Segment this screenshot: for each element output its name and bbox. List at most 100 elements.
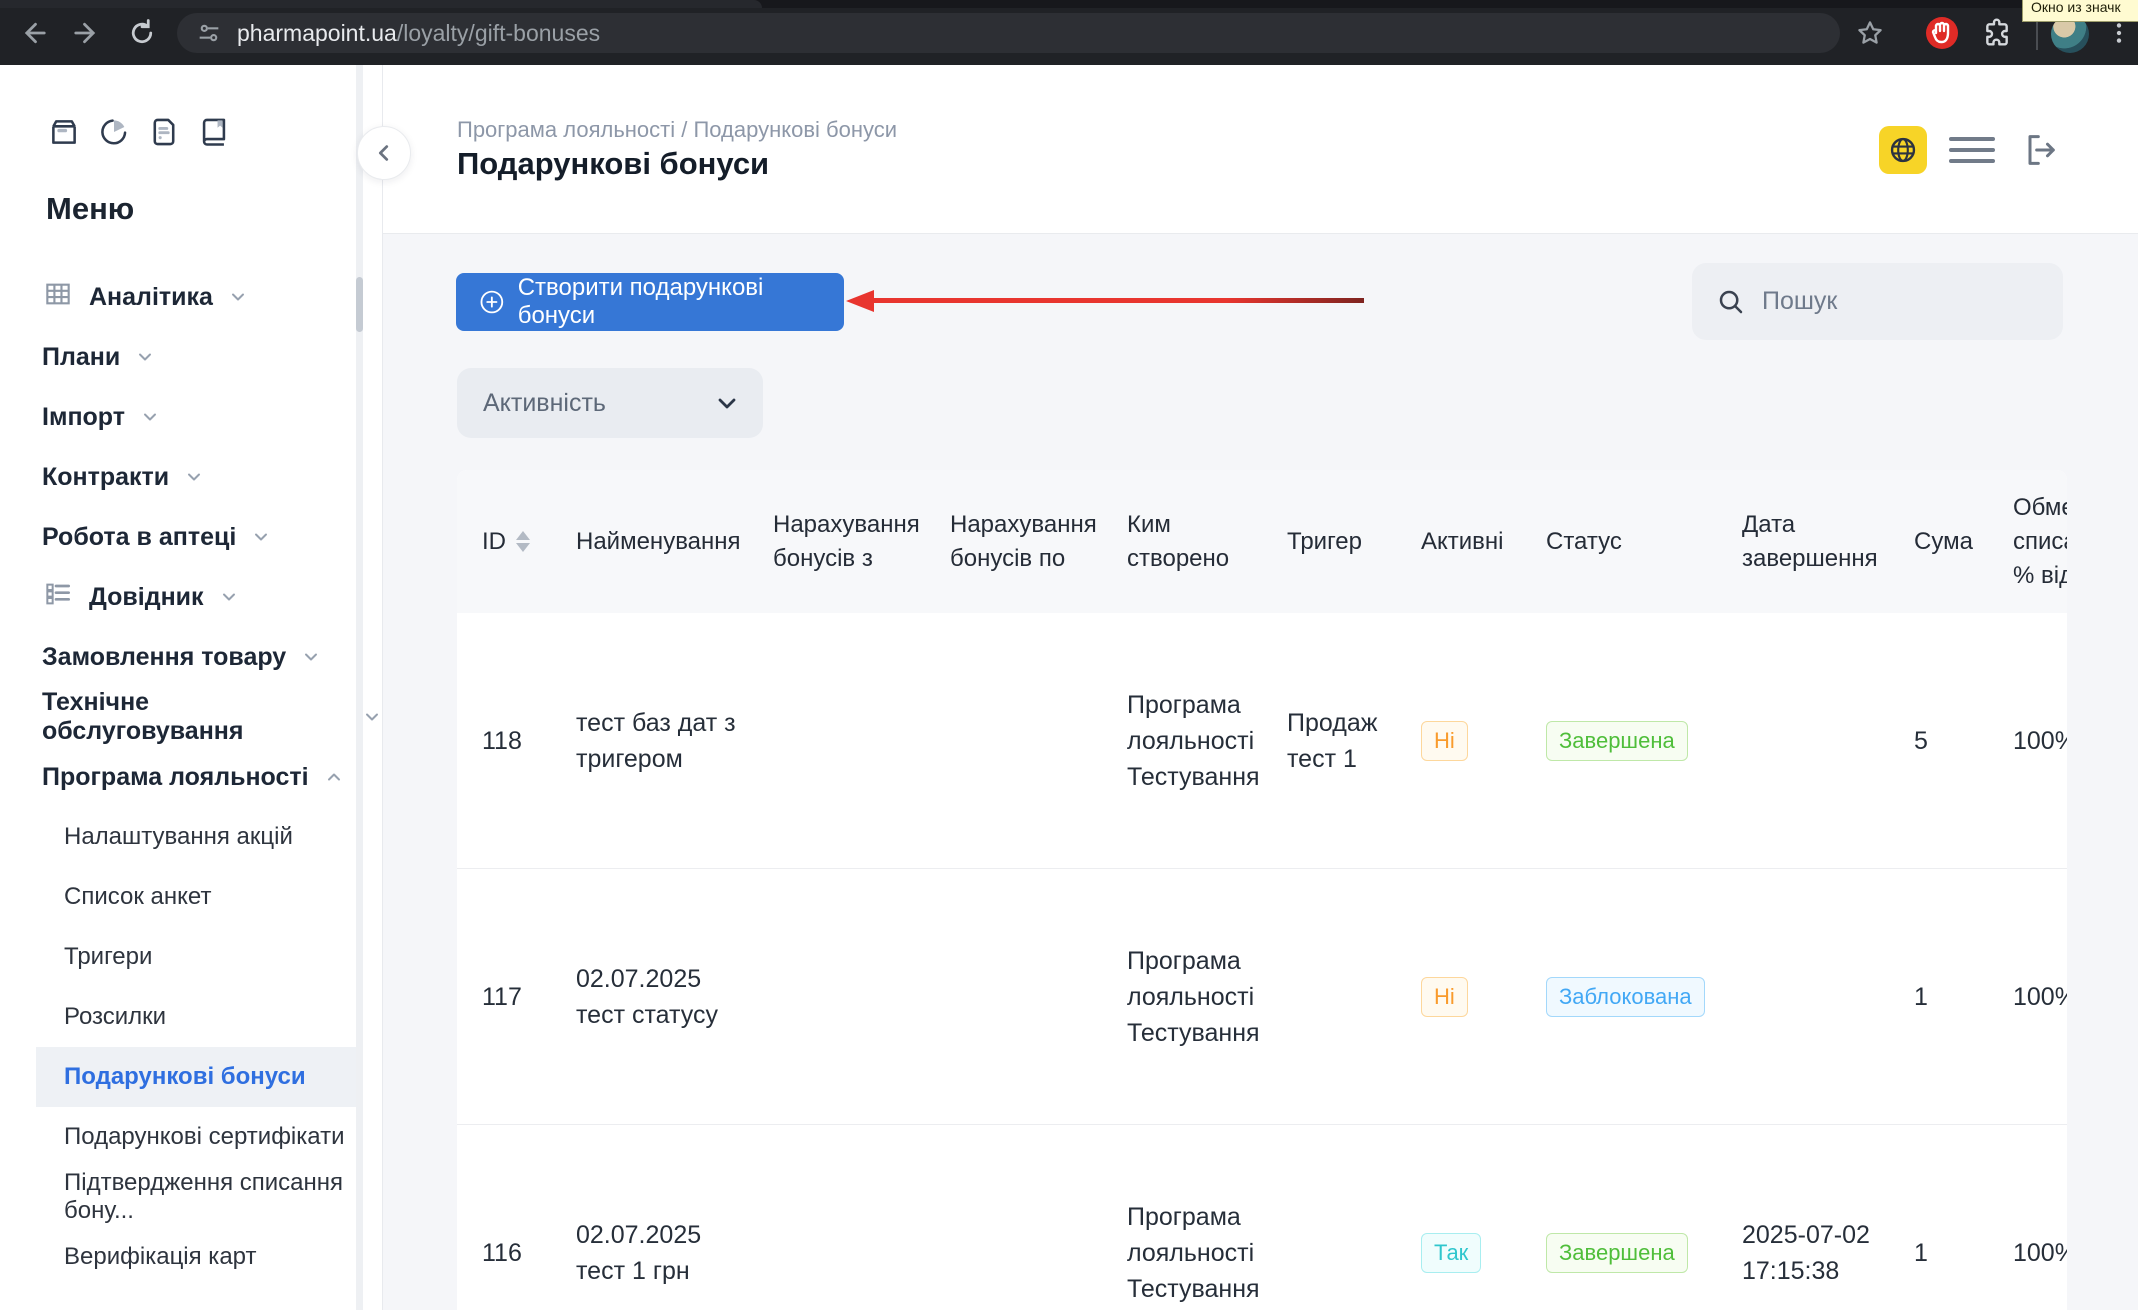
sidebar-item-programa-loyalnosti[interactable]: Програма лояльності bbox=[42, 747, 344, 807]
sidebar-subitem-veryfikaciya-kart[interactable]: Верифікація карт bbox=[64, 1227, 257, 1287]
col-header-sum: Сума bbox=[1890, 470, 2013, 613]
sort-icon[interactable] bbox=[516, 531, 530, 552]
chevron-down-icon bbox=[184, 465, 204, 494]
cell-status: Завершена bbox=[1546, 613, 1742, 868]
create-gift-bonuses-button[interactable]: Створити подарункові бонуси bbox=[456, 273, 844, 331]
breadcrumb[interactable]: Програма лояльності / Подарункові бонуси bbox=[457, 117, 897, 143]
active-badge: Ні bbox=[1421, 721, 1468, 761]
chevron-down-icon bbox=[140, 405, 160, 434]
chevron-down-icon bbox=[219, 585, 239, 614]
sidebar-subitem-podarunkovi-sertyfikaty[interactable]: Подарункові сертифікати bbox=[64, 1107, 345, 1167]
sidebar-item-kontrakty[interactable]: Контракти bbox=[42, 447, 204, 507]
bookmark-star-icon[interactable] bbox=[1852, 0, 1888, 65]
site-settings-icon[interactable] bbox=[195, 19, 223, 47]
table-header-row: ID Найменування Нарахування бонусів з На… bbox=[457, 470, 2067, 613]
chevron-down-icon bbox=[715, 391, 739, 415]
sidebar-item-plany[interactable]: Плани bbox=[42, 327, 155, 387]
cell-sum: 5 bbox=[1890, 613, 2013, 868]
filter-label: Активність bbox=[483, 389, 606, 418]
sidebar-subitem-rozsylky[interactable]: Розсилки bbox=[64, 987, 166, 1047]
book-icon[interactable] bbox=[197, 115, 231, 154]
menu-hamburger-button[interactable] bbox=[1949, 137, 1995, 163]
logout-button[interactable] bbox=[2016, 126, 2064, 174]
sidebar-item-dovidnyk[interactable]: Довідник bbox=[42, 567, 239, 627]
cell-sum: 1 bbox=[1890, 1125, 2013, 1310]
status-badge: Завершена bbox=[1546, 721, 1688, 761]
address-bar[interactable]: pharmapoint.ua/loyalty/gift-bonuses bbox=[177, 13, 1840, 53]
back-icon[interactable] bbox=[16, 0, 50, 65]
sidebar-subitem-pidtverdzhennya[interactable]: Підтвердження списання бону... bbox=[64, 1167, 382, 1227]
sidebar-collapse-button[interactable] bbox=[357, 126, 411, 180]
plus-circle-icon bbox=[478, 288, 506, 316]
search-box[interactable] bbox=[1692, 263, 2063, 340]
col-header-active: Активні bbox=[1421, 470, 1546, 613]
os-tooltip: Окно из значк bbox=[2022, 0, 2138, 22]
archive-box-icon[interactable] bbox=[47, 115, 81, 154]
list-rows-icon bbox=[42, 578, 74, 617]
url-host: pharmapoint.ua bbox=[237, 20, 397, 46]
language-globe-button[interactable] bbox=[1879, 126, 1927, 174]
cell-name: 02.07.2025 тест статусу bbox=[576, 869, 773, 1124]
search-icon bbox=[1716, 287, 1746, 317]
sidebar-menu-title: Меню bbox=[46, 191, 134, 227]
active-badge: Так bbox=[1421, 1233, 1481, 1273]
col-header-id[interactable]: ID bbox=[457, 470, 576, 613]
table-row[interactable]: 118 тест баз дат з тригером Програма лоя… bbox=[457, 613, 2067, 868]
cell-created-by: Програма лояльності Тестування bbox=[1127, 613, 1287, 868]
active-tab[interactable] bbox=[0, 0, 762, 8]
sidebar-item-robota-v-apteci[interactable]: Робота в аптеці bbox=[42, 507, 271, 567]
browser-toolbar: pharmapoint.ua/loyalty/gift-bonuses bbox=[0, 0, 2138, 65]
cell-name: тест баз дат з тригером bbox=[576, 613, 773, 868]
sidebar-item-analitika[interactable]: Аналітика bbox=[42, 267, 248, 327]
forward-icon[interactable] bbox=[70, 0, 104, 65]
col-header-status: Статус bbox=[1546, 470, 1742, 613]
cell-active: Ні bbox=[1421, 869, 1546, 1124]
col-header-end-date: Дата завершення bbox=[1742, 470, 1890, 613]
url-path: /loyalty/gift-bonuses bbox=[397, 20, 600, 46]
cell-accrual-from bbox=[773, 613, 950, 868]
cell-status: Завершена bbox=[1546, 1125, 1742, 1310]
adblock-extension-icon[interactable] bbox=[1922, 0, 1962, 65]
extensions-puzzle-icon[interactable] bbox=[1978, 0, 2018, 65]
chevron-down-icon bbox=[251, 525, 271, 554]
sidebar-item-import[interactable]: Імпорт bbox=[42, 387, 160, 447]
activity-filter-dropdown[interactable]: Активність bbox=[457, 368, 763, 438]
chevron-down-icon bbox=[362, 705, 382, 734]
cell-accrual-to bbox=[950, 869, 1127, 1124]
chevron-down-icon bbox=[228, 285, 248, 314]
document-icon[interactable] bbox=[147, 115, 181, 154]
page-title: Подарункові бонуси bbox=[457, 146, 769, 182]
url[interactable]: pharmapoint.ua/loyalty/gift-bonuses bbox=[237, 20, 600, 47]
cell-end-date: 2025-07-02 17:15:38 bbox=[1742, 1125, 1890, 1310]
sidebar-subitem-nalashtuvannya-akciy[interactable]: Налаштування акцій bbox=[64, 807, 293, 867]
cell-accrual-from bbox=[773, 869, 950, 1124]
col-header-accrual-from: Нарахування бонусів з bbox=[773, 470, 950, 613]
sidebar-subitem-spysok-anket[interactable]: Список анкет bbox=[64, 867, 211, 927]
status-badge: Заблокована bbox=[1546, 977, 1705, 1017]
sidebar-item-zamovlennya[interactable]: Замовлення товару bbox=[42, 627, 321, 687]
pie-chart-icon[interactable] bbox=[97, 115, 131, 154]
cell-created-by: Програма лояльності Тестування bbox=[1127, 869, 1287, 1124]
cell-name: 02.07.2025 тест 1 грн bbox=[576, 1125, 773, 1310]
chevron-down-icon bbox=[301, 645, 321, 674]
search-input[interactable] bbox=[1760, 286, 2014, 317]
status-badge: Завершена bbox=[1546, 1233, 1688, 1273]
chevron-left-icon bbox=[373, 142, 395, 164]
sidebar-item-tehnichne[interactable]: Технічне обслуговування bbox=[42, 687, 382, 747]
reload-icon[interactable] bbox=[124, 0, 160, 65]
sidebar-subitem-trygery[interactable]: Тригери bbox=[64, 927, 152, 987]
cell-id: 116 bbox=[457, 1125, 576, 1310]
toolbar-divider bbox=[2036, 22, 2038, 50]
sidebar-subitem-podarunkovi-bonusy[interactable]: Подарункові бонуси bbox=[64, 1047, 306, 1107]
sidebar-scrollbar-thumb[interactable] bbox=[356, 277, 363, 332]
screen: pharmapoint.ua/loyalty/gift-bonuses Окно… bbox=[0, 0, 2138, 1310]
sidebar-scrollbar-track[interactable] bbox=[356, 65, 363, 1310]
chevron-down-icon bbox=[135, 345, 155, 374]
cell-end-date bbox=[1742, 869, 1890, 1124]
grid-icon bbox=[42, 278, 74, 317]
table-row[interactable]: 117 02.07.2025 тест статусу Програма лоя… bbox=[457, 868, 2067, 1124]
cell-id: 117 bbox=[457, 869, 576, 1124]
cell-trigger bbox=[1287, 1125, 1421, 1310]
table-row[interactable]: 116 02.07.2025 тест 1 грн Програма лояль… bbox=[457, 1124, 2067, 1310]
col-header-trigger: Тригер bbox=[1287, 470, 1421, 613]
